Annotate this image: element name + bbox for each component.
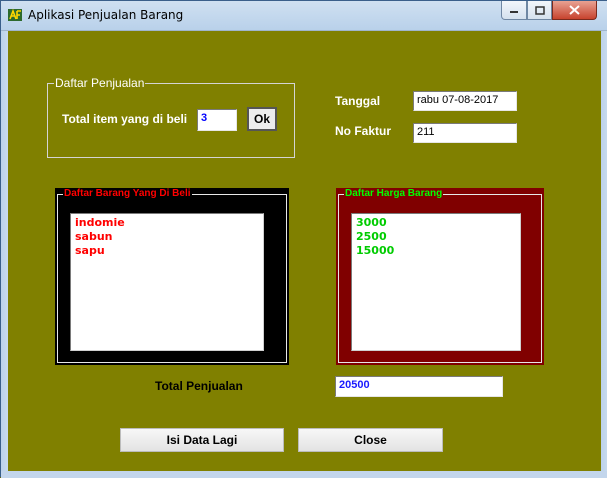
daftar-barang-listbox[interactable]: indomie sabun sapu — [70, 213, 264, 351]
ok-button[interactable]: Ok — [247, 107, 277, 131]
daftar-barang-legend: Daftar Barang Yang Di Beli — [63, 188, 192, 199]
daftar-harga-panel: Daftar Harga Barang 3000 2500 15000 — [336, 188, 544, 365]
window-title: Aplikasi Penjualan Barang — [28, 8, 184, 22]
app-window: Aplikasi Penjualan Barang Daftar Penjual… — [0, 0, 607, 478]
list-item[interactable]: sapu — [75, 244, 259, 258]
list-item[interactable]: 2500 — [356, 230, 516, 244]
window-frame-left — [1, 31, 8, 478]
no-faktur-input[interactable]: 211 — [413, 123, 517, 143]
total-penjualan-label: Total Penjualan — [155, 379, 243, 393]
list-item[interactable]: sabun — [75, 230, 259, 244]
total-item-input[interactable]: 3 — [197, 109, 237, 131]
close-icon — [569, 5, 580, 15]
app-icon — [8, 8, 22, 21]
daftar-penjualan-group: Daftar Penjualan Total item yang di beli… — [47, 76, 295, 158]
daftar-harga-legend: Daftar Harga Barang — [344, 188, 444, 199]
maximize-icon — [534, 5, 545, 15]
no-faktur-label: No Faktur — [335, 124, 392, 138]
daftar-barang-panel: Daftar Barang Yang Di Beli indomie sabun… — [55, 188, 289, 365]
list-item[interactable]: 3000 — [356, 216, 516, 230]
total-item-label: Total item yang di beli — [62, 112, 188, 126]
total-penjualan-input[interactable]: 20500 — [335, 376, 503, 397]
daftar-penjualan-legend: Daftar Penjualan — [54, 76, 146, 90]
window-frame-right — [601, 31, 607, 478]
list-item[interactable]: 15000 — [356, 244, 516, 258]
close-button[interactable]: Close — [298, 428, 443, 452]
minimize-icon — [510, 11, 518, 13]
close-window-button[interactable] — [552, 1, 597, 20]
tanggal-input[interactable]: rabu 07-08-2017 — [413, 91, 517, 111]
daftar-harga-listbox[interactable]: 3000 2500 15000 — [351, 213, 521, 351]
list-item[interactable]: indomie — [75, 216, 259, 230]
isi-data-lagi-button[interactable]: Isi Data Lagi — [120, 428, 284, 452]
form-client-area: Daftar Penjualan Total item yang di beli… — [8, 31, 601, 471]
title-bar[interactable]: Aplikasi Penjualan Barang — [1, 1, 607, 31]
maximize-button[interactable] — [527, 1, 552, 20]
tanggal-label: Tanggal — [335, 94, 381, 108]
minimize-button[interactable] — [501, 1, 527, 20]
